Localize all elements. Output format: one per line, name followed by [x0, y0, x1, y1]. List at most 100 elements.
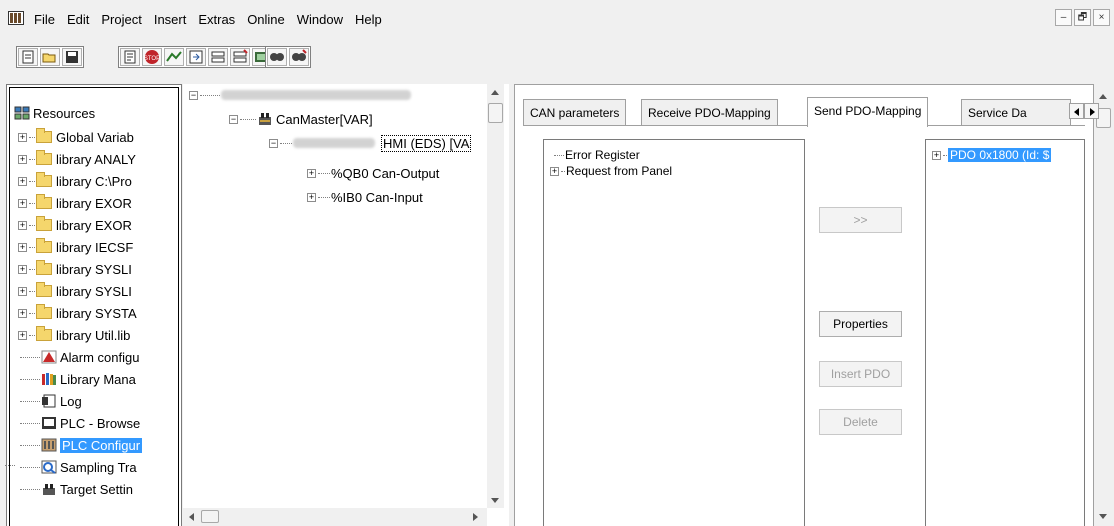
expand-icon[interactable]: + — [18, 330, 27, 340]
compile-icon[interactable] — [120, 48, 140, 66]
open-icon[interactable] — [40, 48, 60, 66]
add-mapping-button[interactable]: >> — [819, 207, 902, 233]
resources-root[interactable]: Resources — [14, 104, 95, 122]
redacted-root-label — [221, 90, 411, 100]
tree-node-canmaster[interactable]: − CanMaster[VAR] — [229, 110, 373, 128]
resource-item[interactable]: PLC Configur — [18, 436, 143, 454]
tab-scroll-left-icon[interactable] — [1069, 103, 1084, 119]
stop-icon[interactable]: STOP — [142, 48, 162, 66]
scroll-down-icon[interactable] — [1099, 514, 1107, 519]
minimize-button[interactable]: – — [1055, 9, 1072, 26]
tab-send-pdo-mapping[interactable]: Send PDO-Mapping — [807, 97, 929, 127]
folder-icon — [36, 304, 52, 319]
menu-project[interactable]: Project — [95, 12, 147, 27]
tab-receive-pdo-mapping[interactable]: Receive PDO-Mapping — [641, 99, 778, 125]
resource-item-label: library IECSF — [56, 239, 134, 255]
close-button[interactable]: × — [1093, 9, 1110, 26]
scroll-right-icon[interactable] — [473, 513, 478, 521]
expand-icon[interactable]: + — [18, 176, 27, 186]
menu-file[interactable]: File — [28, 12, 61, 27]
scroll-left-icon[interactable] — [189, 513, 194, 521]
tab-strip-border — [523, 125, 1085, 126]
resource-item[interactable]: Alarm configu — [18, 348, 139, 366]
expand-icon[interactable]: + — [18, 286, 27, 296]
tree-node-hmi[interactable]: − HMI (EDS) [VA — [269, 134, 472, 152]
save-icon[interactable] — [62, 48, 82, 66]
scroll-up-icon[interactable] — [1099, 94, 1107, 99]
find-icon[interactable] — [267, 48, 287, 66]
collapse-icon[interactable]: − — [229, 114, 238, 124]
menu-extras[interactable]: Extras — [192, 12, 241, 27]
list-item[interactable]: + Request from Panel — [550, 162, 672, 180]
config-panel: CAN parameters Receive PDO-Mapping Send … — [514, 84, 1099, 526]
app-icon[interactable] — [8, 11, 24, 25]
resource-item[interactable]: Log — [18, 392, 82, 410]
resource-item[interactable]: + library Util.lib — [18, 326, 130, 344]
tree-connector — [20, 422, 40, 424]
resource-item[interactable]: PLC - Browse — [18, 414, 140, 432]
expand-icon[interactable]: + — [307, 192, 316, 202]
tree-node-root[interactable]: − — [189, 86, 411, 104]
resource-item[interactable]: + library C:\Pro — [18, 172, 132, 190]
list-item[interactable]: + PDO 0x1800 (Id: $ — [932, 146, 1052, 164]
tab-service-data[interactable]: Service Da — [961, 99, 1071, 125]
expand-icon[interactable]: + — [18, 242, 27, 252]
tab-can-parameters[interactable]: CAN parameters — [523, 99, 627, 125]
tree-vertical-scrollbar[interactable] — [487, 84, 504, 508]
properties-button[interactable]: Properties — [819, 311, 902, 337]
restore-button[interactable]: 🗗 — [1074, 9, 1091, 26]
resource-item[interactable]: Library Mana — [18, 370, 136, 388]
resource-item[interactable]: + library SYSTA — [18, 304, 137, 322]
expand-icon[interactable]: + — [18, 198, 27, 208]
new-icon[interactable] — [18, 48, 38, 66]
resource-item[interactable]: Sampling Tra — [18, 458, 137, 476]
menu-window[interactable]: Window — [291, 12, 349, 27]
login-icon[interactable] — [164, 48, 184, 66]
tree-node-inputs[interactable]: + %IB0 Can-Input — [307, 188, 423, 206]
folder-icon — [36, 150, 52, 165]
resource-item[interactable]: + library EXOR — [18, 216, 132, 234]
expand-icon[interactable]: + — [18, 308, 27, 318]
delete-button[interactable]: Delete — [819, 409, 902, 435]
tree-node-outputs[interactable]: + %QB0 Can-Output — [307, 164, 439, 182]
tab-scroll-right-icon[interactable] — [1084, 103, 1099, 119]
menu-insert[interactable]: Insert — [148, 12, 193, 27]
resource-item[interactable]: + library SYSLI — [18, 282, 132, 300]
expand-icon[interactable]: + — [932, 150, 941, 160]
expand-icon[interactable]: + — [550, 166, 559, 176]
resource-item[interactable]: + library SYSLI — [18, 260, 132, 278]
resource-item[interactable]: + library IECSF — [18, 238, 133, 256]
scroll-up-icon[interactable] — [491, 90, 499, 95]
expand-icon[interactable]: + — [18, 220, 27, 230]
plc-config-tree: − − CanMaster[VAR] − HMI (EDS) [VA + %QB… — [183, 84, 509, 526]
collapse-icon[interactable]: − — [269, 138, 278, 148]
logout-icon[interactable] — [186, 48, 206, 66]
display-icon[interactable] — [230, 48, 250, 66]
menu-online[interactable]: Online — [241, 12, 291, 27]
resource-item[interactable]: + library ANALY — [18, 150, 136, 168]
resource-item[interactable]: + Global Variab — [18, 128, 134, 146]
main-vertical-scrollbar[interactable] — [1095, 84, 1112, 526]
scroll-down-icon[interactable] — [491, 498, 499, 503]
config-icon — [41, 438, 57, 452]
resource-item[interactable]: Target Settin — [18, 480, 133, 498]
monitor-icon[interactable] — [208, 48, 228, 66]
resources-title: Resources — [33, 105, 96, 121]
hscroll-thumb[interactable] — [201, 510, 219, 523]
menu-help[interactable]: Help — [349, 12, 388, 27]
resource-item[interactable]: + library EXOR — [18, 194, 132, 212]
expand-icon[interactable]: + — [18, 264, 27, 274]
replace-icon[interactable] — [289, 48, 309, 66]
collapse-icon[interactable]: − — [189, 90, 198, 100]
menu-edit[interactable]: Edit — [61, 12, 95, 27]
pdo-list[interactable]: + PDO 0x1800 (Id: $ — [925, 139, 1085, 526]
expand-icon[interactable]: + — [18, 132, 27, 142]
folder-icon — [36, 172, 52, 187]
expand-icon[interactable]: + — [18, 154, 27, 164]
insert-pdo-button[interactable]: Insert PDO — [819, 361, 902, 387]
resource-item-label: Global Variab — [56, 129, 134, 145]
expand-icon[interactable]: + — [307, 168, 316, 178]
scroll-thumb[interactable] — [488, 103, 503, 123]
tree-horizontal-scrollbar[interactable] — [183, 508, 487, 526]
object-list[interactable]: Error Register + Request from Panel — [543, 139, 805, 526]
